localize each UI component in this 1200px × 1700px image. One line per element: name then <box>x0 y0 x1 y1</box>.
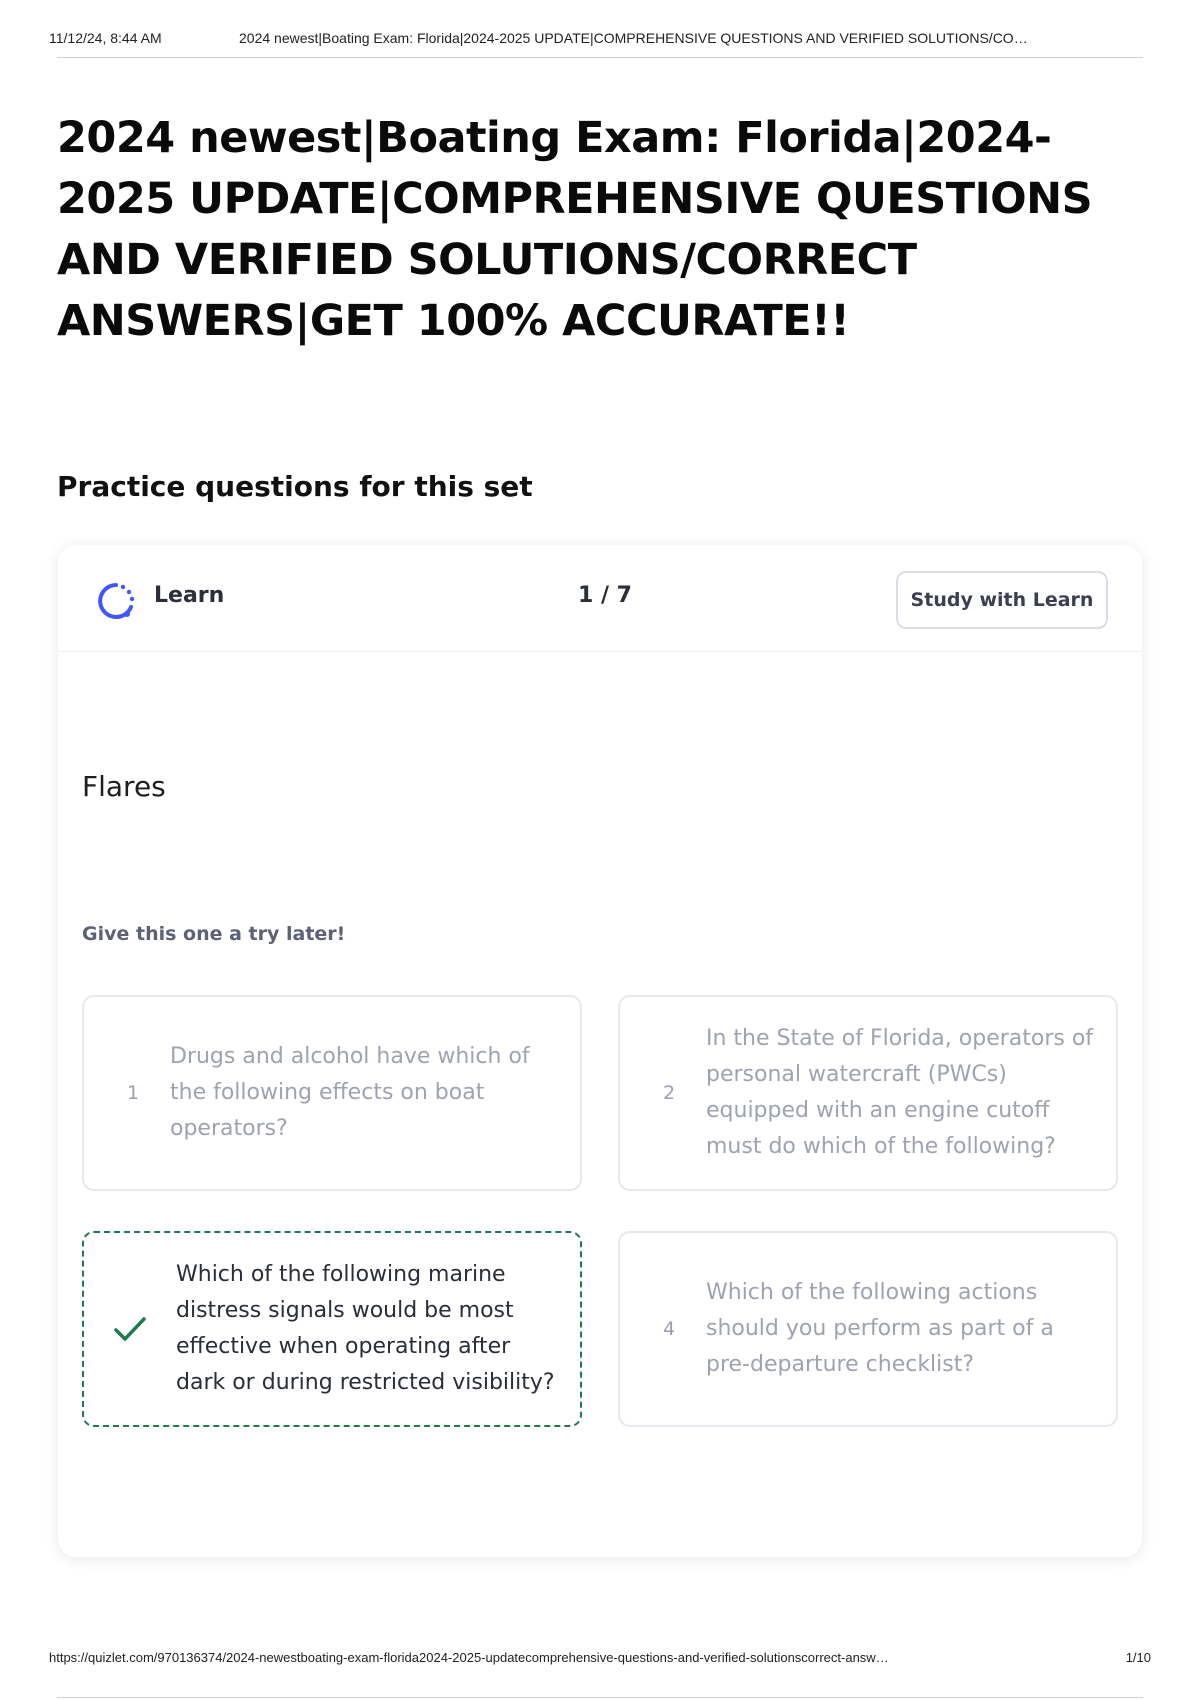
print-header: 11/12/24, 8:44 AM 2024 newest|Boating Ex… <box>49 30 1143 58</box>
print-datetime: 11/12/24, 8:44 AM <box>49 30 162 46</box>
option-text: Which of the following marine distress s… <box>176 1262 555 1395</box>
learn-mode-label: Learn <box>154 583 225 608</box>
question-term: Flares <box>82 770 166 803</box>
study-with-learn-button[interactable]: Study with Learn <box>896 571 1108 629</box>
option-text: In the State of Florida, operators of pe… <box>706 1026 1094 1159</box>
page-number: 1/10 <box>1125 1650 1151 1665</box>
answer-option-4[interactable]: 4 Which of the following actions should … <box>618 1231 1118 1427</box>
option-number: 1 <box>126 1082 140 1104</box>
option-number: 2 <box>662 1082 676 1104</box>
answer-option-3-correct[interactable]: Which of the following marine distress s… <box>82 1231 582 1427</box>
check-icon <box>110 1233 150 1425</box>
hint-text: Give this one a try later! <box>82 923 346 945</box>
answer-option-2[interactable]: 2 In the State of Florida, operators of … <box>618 995 1118 1191</box>
print-document-title: 2024 newest|Boating Exam: Florida|2024-2… <box>239 30 1028 46</box>
learn-progress-icon <box>96 581 136 621</box>
print-footer: https://quizlet.com/970136374/2024-newes… <box>49 1650 1151 1672</box>
header-divider <box>57 57 1143 58</box>
page-title: 2024 newest|Boating Exam: Florida|2024-2… <box>57 113 1093 346</box>
learn-card-toolbar: Learn 1 / 7 Study with Learn <box>58 545 1142 652</box>
answer-option-1[interactable]: 1 Drugs and alcohol have which of the fo… <box>82 995 582 1191</box>
option-text: Drugs and alcohol have which of the foll… <box>170 1044 530 1141</box>
question-progress: 1 / 7 <box>578 583 632 608</box>
footer-divider <box>57 1697 1143 1698</box>
option-text: Which of the following actions should yo… <box>706 1280 1054 1377</box>
option-number: 4 <box>662 1318 676 1340</box>
section-heading: Practice questions for this set <box>57 470 533 503</box>
learn-card: Learn 1 / 7 Study with Learn Flares Give… <box>58 545 1142 1557</box>
print-url: https://quizlet.com/970136374/2024-newes… <box>49 1650 889 1665</box>
